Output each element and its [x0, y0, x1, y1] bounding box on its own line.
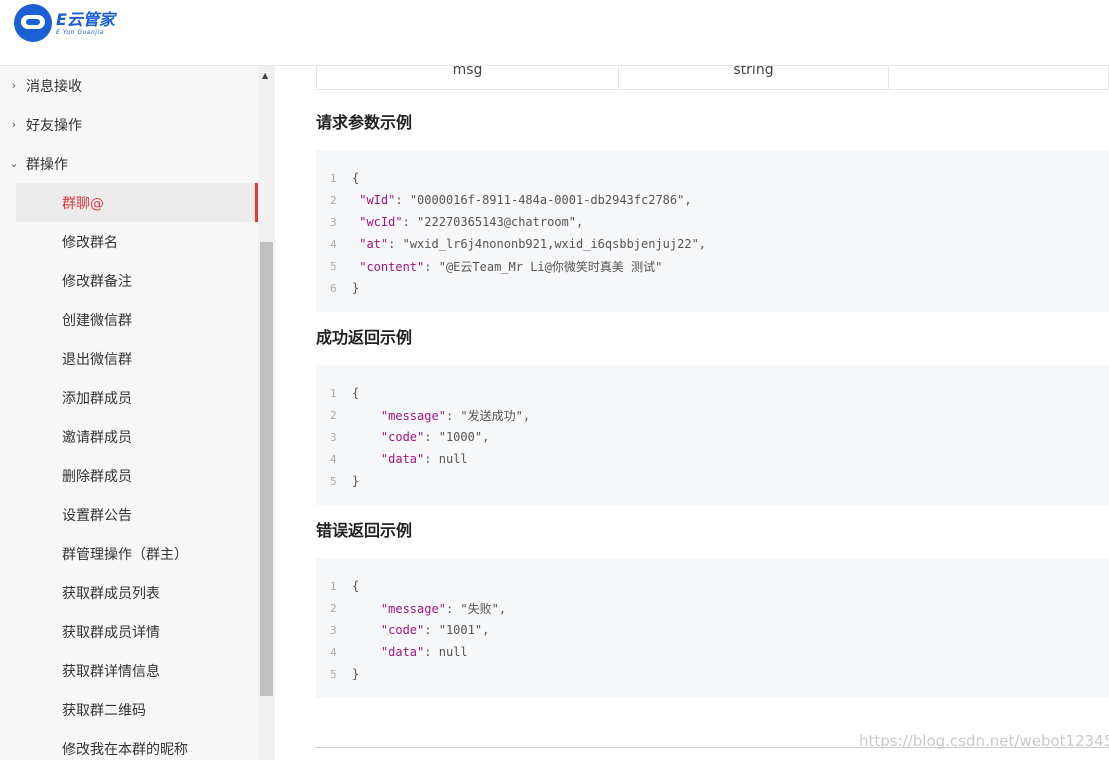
section-title-success: 成功返回示例: [316, 328, 413, 347]
line-number: 3: [330, 215, 337, 229]
watermark: https://blog.csdn.net/webot123456: [859, 732, 1109, 750]
line-number: 2: [330, 601, 337, 615]
scrollbar-thumb[interactable]: [260, 242, 273, 696]
sidebar-group-group-ops[interactable]: ⌄ 群操作: [0, 144, 258, 183]
line-number: 3: [330, 430, 337, 444]
param-name-cell: msg: [317, 66, 619, 90]
sidebar-group-label: 好友操作: [26, 117, 82, 134]
code-line: 1{: [316, 575, 1109, 597]
line-number: 2: [330, 193, 337, 207]
code-line: 5}: [316, 470, 1109, 492]
sidebar-item[interactable]: 退出微信群: [16, 339, 258, 378]
top-bar: E云管家 E Yun Guanjia: [0, 0, 1109, 66]
line-number: 1: [330, 579, 337, 593]
sidebar-group-label: 消息接收: [26, 78, 82, 95]
sidebar-item-group-at[interactable]: 群聊@: [16, 183, 258, 222]
code-line: 3 "wcId": "22270365143@chatroom",: [316, 211, 1109, 233]
logo-title: E云管家: [56, 9, 115, 29]
chevron-down-icon: ⌄: [9, 157, 19, 170]
code-text: "message": "发送成功",: [380, 408, 531, 423]
line-number: 5: [330, 259, 337, 273]
param-table-row: msg string: [316, 66, 1109, 90]
scroll-up-arrow-icon[interactable]: ▲: [262, 71, 268, 80]
sidebar-item[interactable]: 修改群名: [16, 222, 258, 261]
chevron-right-icon: ›: [11, 118, 17, 131]
code-text: }: [352, 667, 360, 681]
code-line: 5}: [316, 663, 1109, 685]
sidebar: › 消息接收 › 好友操作 ⌄ 群操作 群聊@ 修改群名 修改群备注 创建微信群…: [0, 66, 275, 760]
section-title-request: 请求参数示例: [316, 113, 413, 132]
code-block-error: 1{2 "message": "失败", 3 "code": "1001", 4 "…: [316, 558, 1109, 698]
code-text: "data": null: [380, 452, 468, 466]
code-text: "at": "wxid_lr6j4nononb921,wxid_i6qsbbje…: [359, 237, 707, 251]
sidebar-scrollbar[interactable]: ▲: [258, 66, 275, 760]
code-line: 3 "code": "1000",: [316, 426, 1109, 448]
code-line: 1{: [316, 167, 1109, 189]
sidebar-item[interactable]: 设置群公告: [16, 495, 258, 534]
sidebar-item[interactable]: 获取群成员详情: [16, 612, 258, 651]
code-line: 6}: [316, 277, 1109, 299]
line-number: 5: [330, 667, 337, 681]
code-text: "wId": "0000016f-8911-484a-0001-db2943fc…: [359, 193, 692, 207]
sidebar-item[interactable]: 获取群成员列表: [16, 573, 258, 612]
code-line: 4 "data": null: [316, 448, 1109, 470]
line-number: 1: [330, 171, 337, 185]
line-number: 1: [330, 386, 337, 400]
code-line: 2 "message": "发送成功",: [316, 404, 1109, 426]
code-text: "wcId": "22270365143@chatroom",: [359, 215, 584, 229]
logo-icon: [14, 4, 52, 42]
section-title-error: 错误返回示例: [316, 521, 413, 540]
code-text: "code": "1000",: [380, 430, 490, 444]
line-number: 4: [330, 452, 337, 466]
code-line: 1{: [316, 382, 1109, 404]
sidebar-item[interactable]: 获取群二维码: [16, 690, 258, 729]
logo[interactable]: E云管家 E Yun Guanjia: [14, 4, 115, 42]
sidebar-item[interactable]: 获取群详情信息: [16, 651, 258, 690]
code-text: }: [352, 474, 360, 488]
code-text: {: [352, 171, 360, 185]
param-desc-cell: [889, 66, 1108, 90]
code-line: 4 "at": "wxid_lr6j4nononb921,wxid_i6qsbb…: [316, 233, 1109, 255]
code-text: "code": "1001",: [380, 623, 490, 637]
sidebar-item[interactable]: 群管理操作（群主）: [16, 534, 258, 573]
sidebar-item[interactable]: 添加群成员: [16, 378, 258, 417]
code-text: "data": null: [380, 645, 468, 659]
line-number: 3: [330, 623, 337, 637]
sidebar-group-message-receive[interactable]: › 消息接收: [0, 66, 258, 105]
sidebar-item[interactable]: 修改我在本群的昵称: [16, 729, 258, 768]
sidebar-item[interactable]: 删除群成员: [16, 456, 258, 495]
code-line: 3 "code": "1001",: [316, 619, 1109, 641]
code-text: }: [352, 281, 360, 295]
chevron-right-icon: ›: [11, 79, 17, 92]
logo-subtitle: E Yun Guanjia: [56, 28, 104, 36]
sidebar-item[interactable]: 邀请群成员: [16, 417, 258, 456]
line-number: 6: [330, 281, 337, 295]
sidebar-item[interactable]: 修改群备注: [16, 261, 258, 300]
code-line: 2 "message": "失败",: [316, 597, 1109, 619]
main-content: msg string 请求参数示例 1{2 "wId": "0000016f-8…: [275, 66, 1109, 760]
code-block-request: 1{2 "wId": "0000016f-8911-484a-0001-db29…: [316, 150, 1109, 312]
code-line: 5 "content": "@E云Team_Mr Li@你微笑时真美 测试": [316, 255, 1109, 277]
code-text: {: [352, 579, 360, 593]
code-text: {: [352, 386, 360, 400]
sidebar-menu: › 消息接收 › 好友操作 ⌄ 群操作 群聊@ 修改群名 修改群备注 创建微信群…: [0, 66, 258, 768]
code-line: 4 "data": null: [316, 641, 1109, 663]
param-type-cell: string: [619, 66, 889, 90]
line-number: 4: [330, 645, 337, 659]
code-line: 2 "wId": "0000016f-8911-484a-0001-db2943…: [316, 189, 1109, 211]
code-text: "content": "@E云Team_Mr Li@你微笑时真美 测试": [359, 259, 663, 274]
sidebar-item[interactable]: 创建微信群: [16, 300, 258, 339]
line-number: 5: [330, 474, 337, 488]
code-block-success: 1{2 "message": "发送成功", 3 "code": "1000", 4…: [316, 365, 1109, 505]
line-number: 4: [330, 237, 337, 251]
code-text: "message": "失败",: [380, 601, 507, 616]
line-number: 2: [330, 408, 337, 422]
sidebar-group-label: 群操作: [26, 156, 68, 173]
sidebar-group-friend-ops[interactable]: › 好友操作: [0, 105, 258, 144]
